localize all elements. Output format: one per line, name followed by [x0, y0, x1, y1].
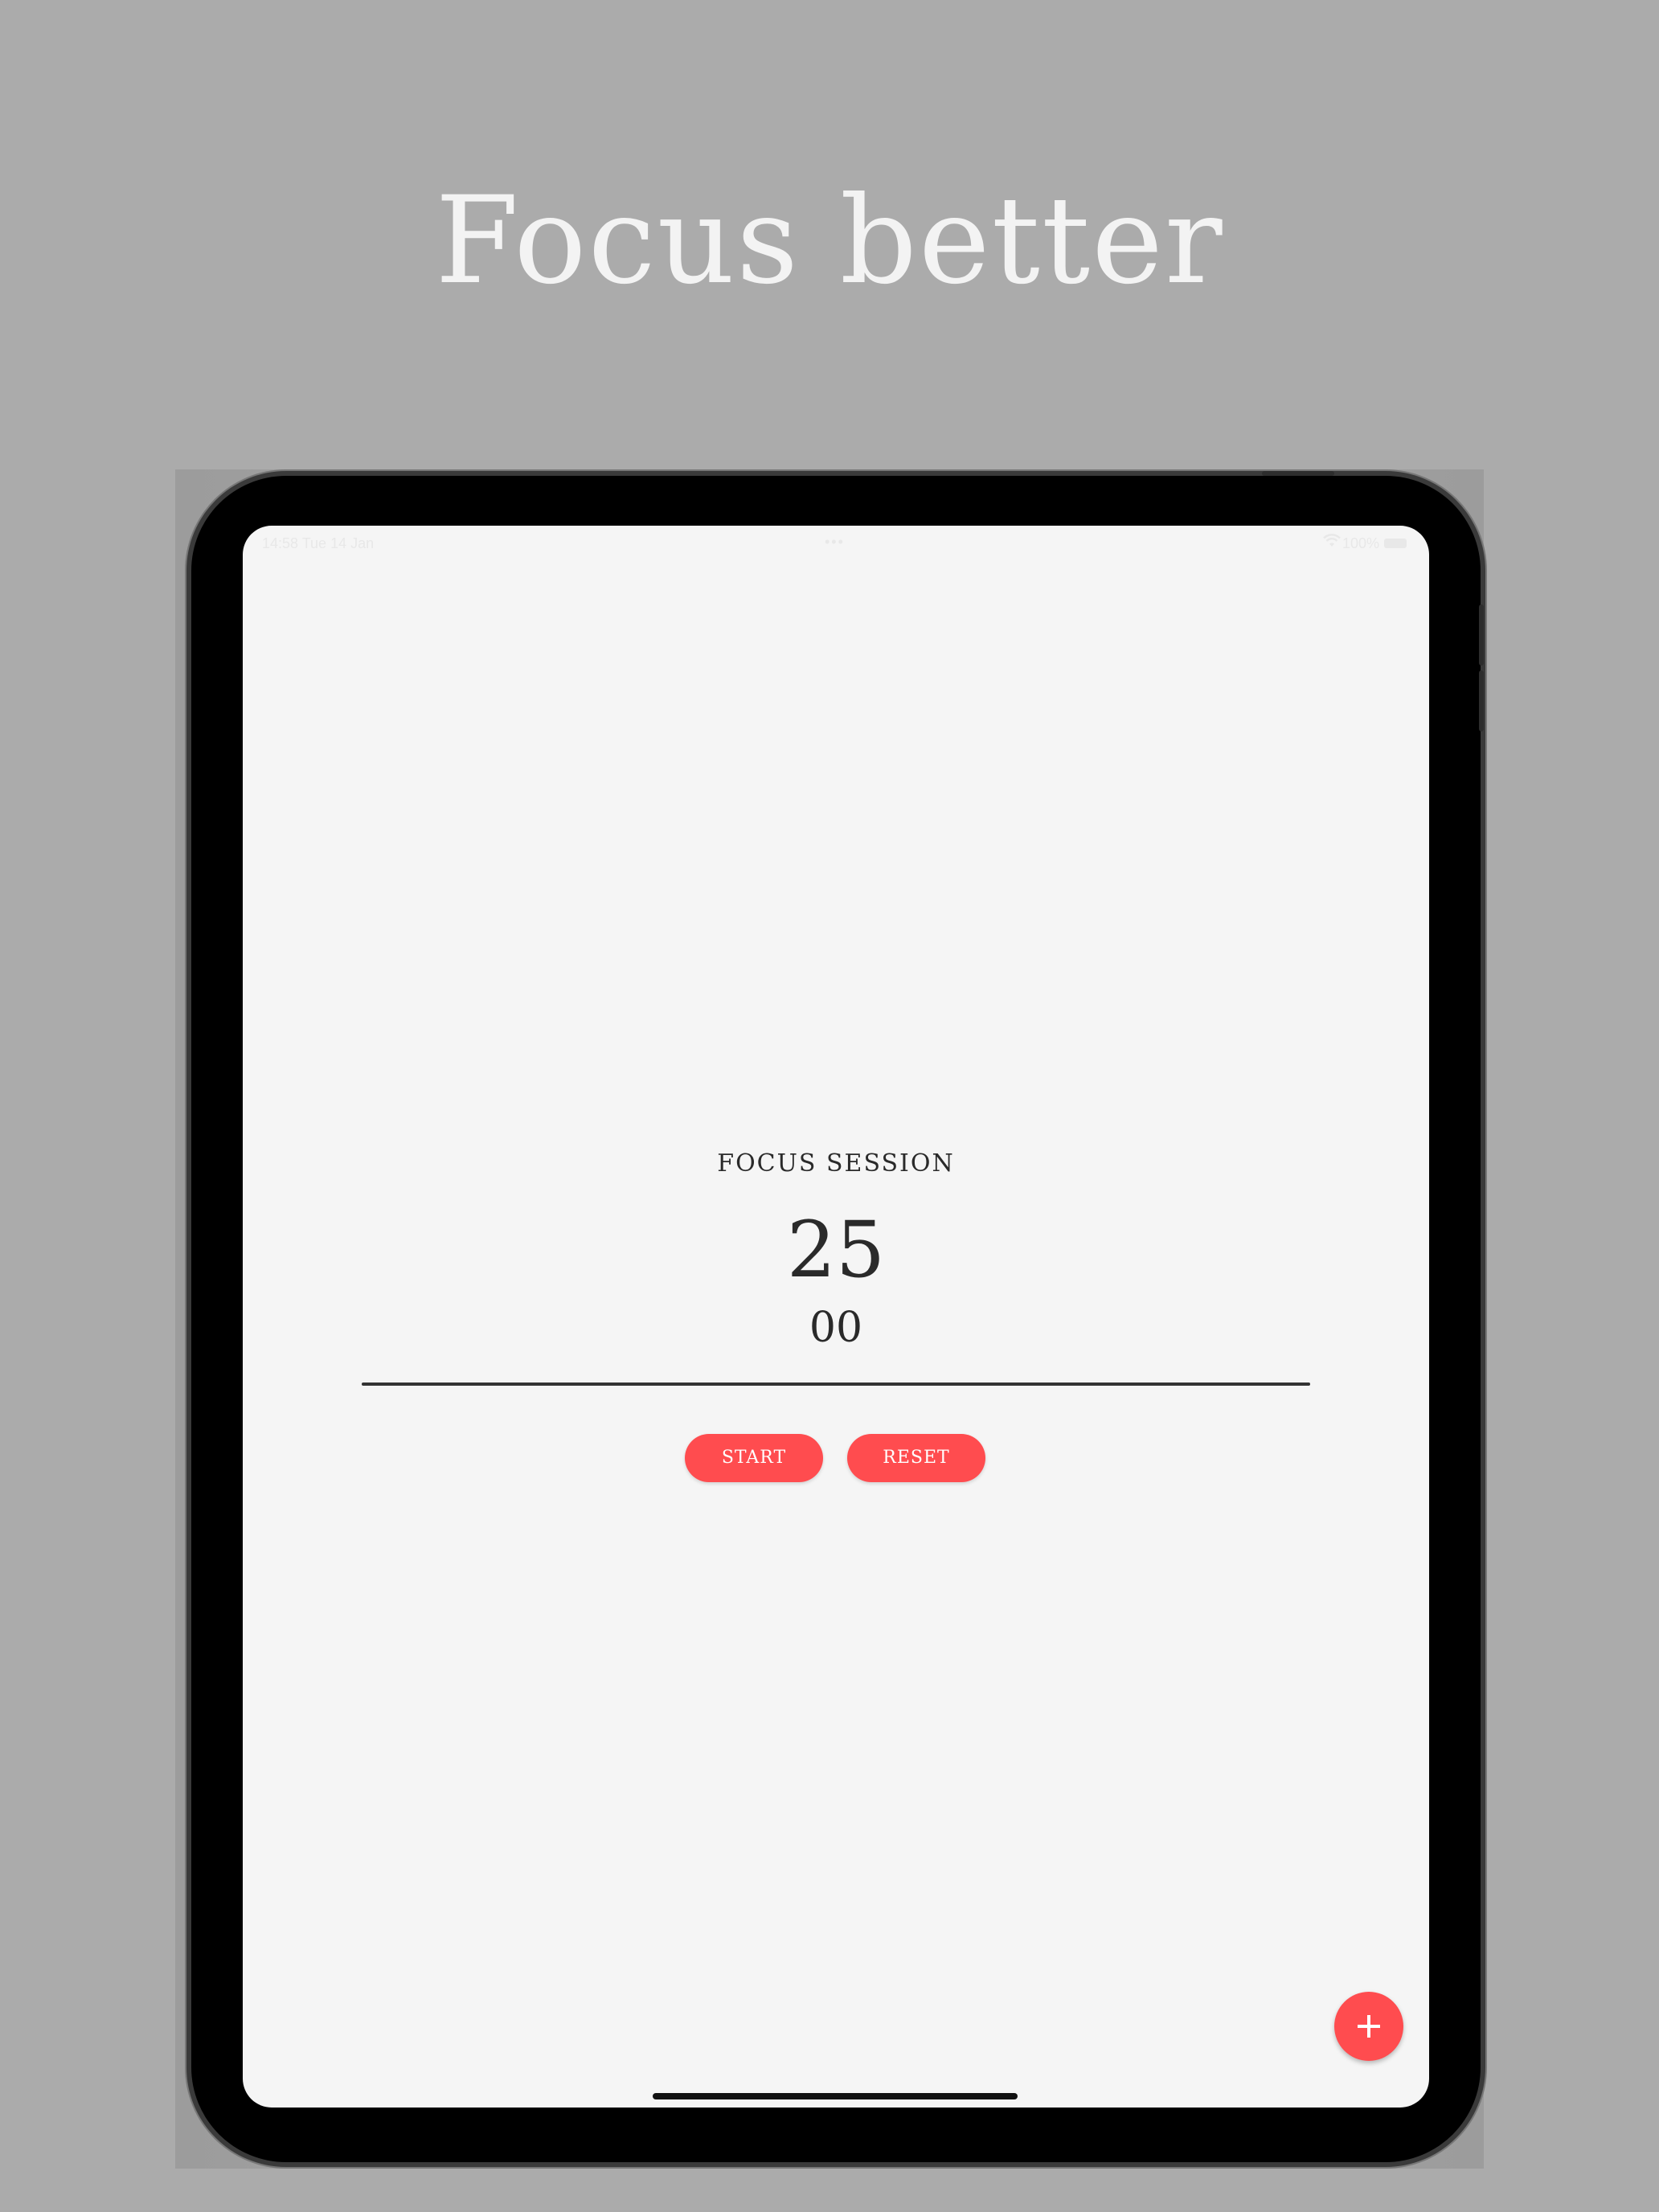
battery-percent: 100%: [1342, 535, 1379, 551]
status-bar: 14:58 Tue 14 Jan ••• 100%: [243, 532, 1429, 556]
status-time: 14:58 Tue 14 Jan: [262, 535, 375, 551]
app-screen: 14:58 Tue 14 Jan ••• 100% FOCUS SESSION …: [243, 526, 1429, 2108]
session-progress-fill: [362, 1382, 1310, 1386]
reset-button[interactable]: RESET: [847, 1434, 985, 1482]
add-button[interactable]: [1334, 1992, 1403, 2061]
session-progress-bar: [362, 1382, 1310, 1386]
page: Focus better 14:58 Tue 14 Jan ••• 100% F…: [0, 0, 1659, 2212]
home-indicator[interactable]: [653, 2093, 1018, 2099]
timer-seconds: 00: [809, 1304, 863, 1352]
start-button[interactable]: START: [685, 1434, 823, 1482]
multitasking-dots[interactable]: •••: [825, 534, 845, 551]
top-button: [1262, 471, 1334, 476]
headline: Focus better: [435, 171, 1224, 311]
battery-icon: [1384, 539, 1407, 548]
volume-down-button: [1479, 670, 1484, 731]
timer-minutes: 25: [786, 1205, 886, 1295]
wifi-icon: [1323, 534, 1341, 552]
session-title: FOCUS SESSION: [717, 1149, 955, 1178]
volume-up-button: [1479, 604, 1484, 666]
